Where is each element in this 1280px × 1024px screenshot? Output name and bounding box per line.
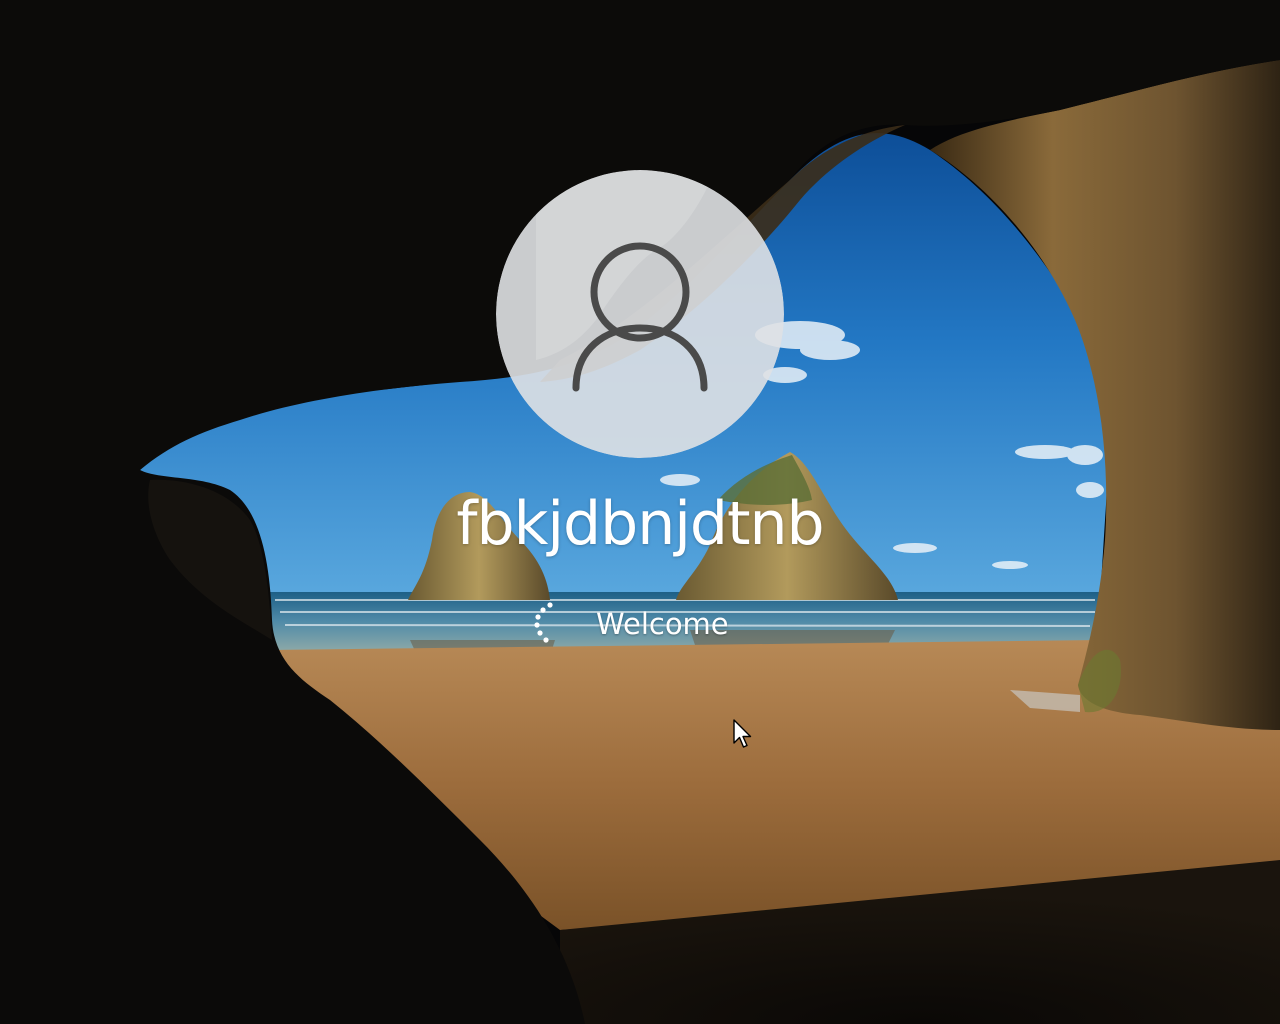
- username-label: fbkjdbnjdtnb: [456, 489, 824, 559]
- user-avatar: [496, 170, 784, 458]
- signin-status: Welcome: [530, 600, 729, 648]
- welcome-text: Welcome: [596, 607, 729, 641]
- mouse-pointer-icon: [733, 719, 752, 748]
- sign-in-screen: fbkjdbnjdtnb Welcome: [0, 0, 1280, 1024]
- loading-spinner-icon: [534, 602, 553, 643]
